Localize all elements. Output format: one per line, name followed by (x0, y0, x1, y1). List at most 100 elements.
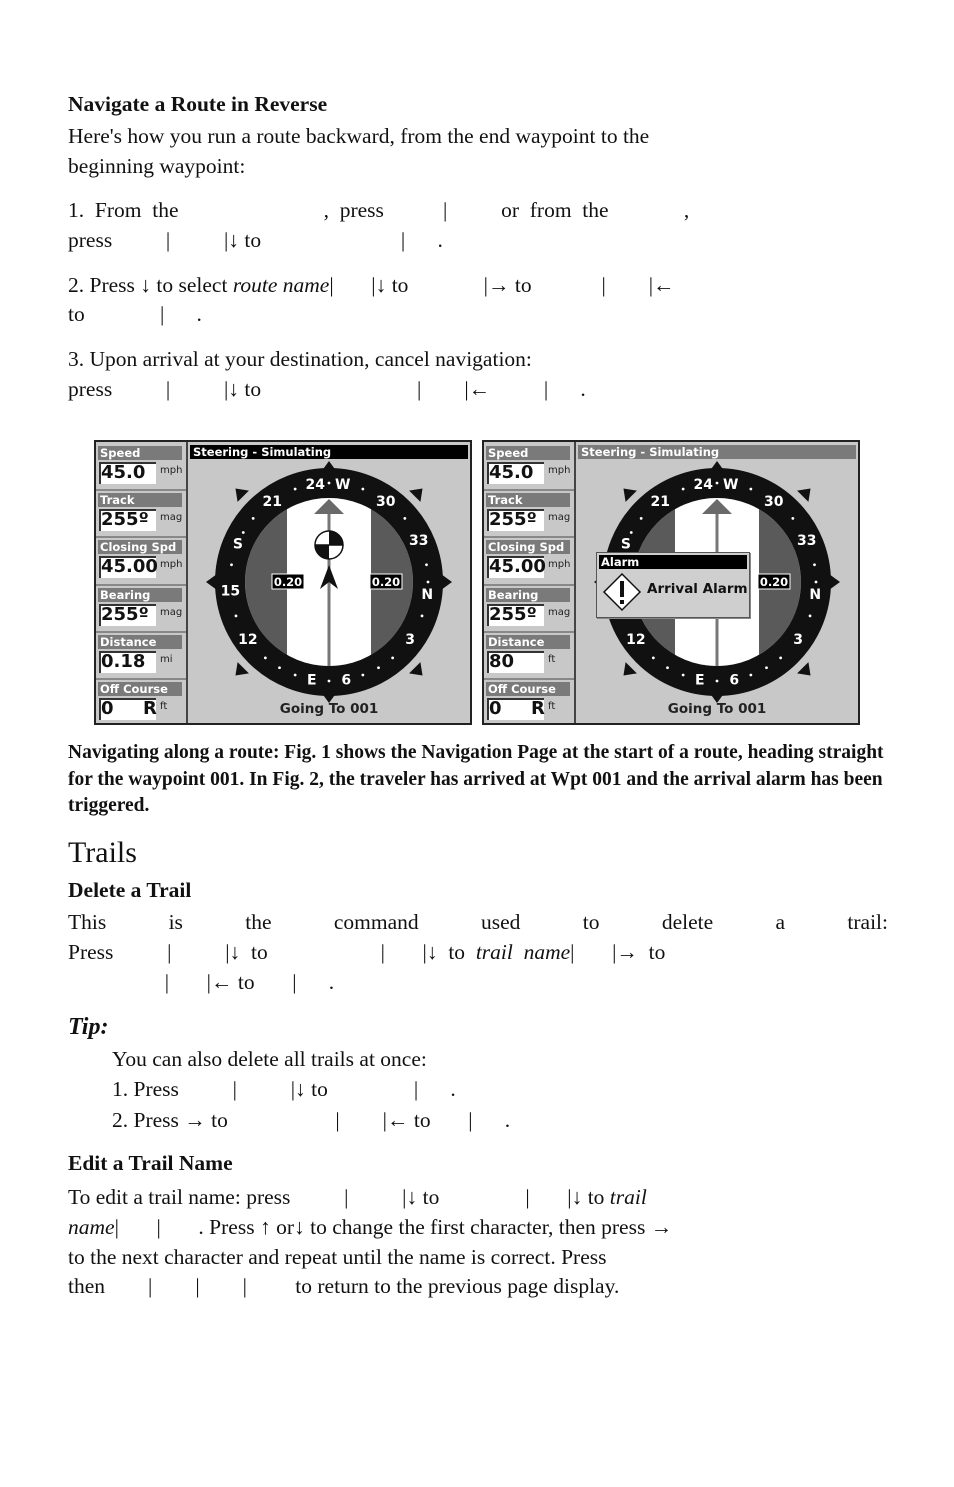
compass-tick (425, 563, 428, 567)
compass-tick (293, 673, 297, 677)
field-value: 255º (489, 509, 537, 531)
off-course-direction: R (143, 698, 157, 719)
field-label: Distance (486, 634, 570, 649)
field-divider (96, 489, 186, 492)
field-divider (96, 583, 186, 586)
field-value: 0.18 (101, 650, 146, 672)
field-value: 255º (489, 603, 537, 625)
trail-name-term: trail name (475, 940, 571, 964)
compass-tick (765, 666, 768, 670)
field-unit: mph (160, 559, 183, 571)
bezel-pointer-icon (623, 488, 637, 502)
field-unit: mph (548, 559, 571, 571)
gps-screen-fig1: Speed 45.0 mph Track 255º mag Closing Spd 45.00… (94, 440, 472, 725)
compass-heading-label: S (233, 536, 243, 552)
data-field-distance: Distance 0.18 mi (98, 633, 184, 677)
field-unit: mag (160, 606, 183, 618)
compass-tick (681, 673, 685, 677)
field-divider (484, 583, 574, 586)
compass-heading-label: 24 (693, 477, 713, 493)
compass-tick (361, 487, 365, 491)
field-divider (96, 630, 186, 633)
bezel-pointer-icon (623, 662, 637, 676)
data-field-speed: Speed 45.0 mph (486, 444, 572, 488)
compass-tick (403, 516, 407, 520)
edit-trail-text-a: To edit a trail name: press | |↓ to | |↓… (68, 1185, 610, 1209)
compass-heading-label: 24 (305, 477, 325, 493)
compass-heading-label: W (723, 477, 738, 493)
compass-tick (791, 516, 795, 520)
compass-tick (426, 580, 430, 584)
field-unit: ft (160, 701, 168, 712)
field-label: Off Course (98, 682, 182, 696)
data-field-track: Track 255º mag (486, 491, 572, 535)
step-1-cont: press | |↓ to | . (68, 228, 443, 252)
field-unit: mag (548, 512, 571, 524)
compass-tick (293, 487, 297, 491)
step-2: 2. Press ↓ to select route name| |↓ to |… (68, 270, 888, 300)
field-label: Distance (98, 634, 182, 649)
compass-heading-label: 12 (238, 632, 257, 648)
subheading-delete-trail: Delete a Trail (68, 878, 192, 902)
bezel-pointer-icon (409, 488, 423, 502)
compass-heading-label: E (695, 672, 705, 688)
steering-compass: 0.20 0.20 24 W 30 33 N 3 6 E 12 15 S 21 (206, 461, 452, 703)
alarm-title: Alarm (599, 555, 747, 569)
edit-trail-text-b: | | . Press ↑ or↓ to change the first ch… (114, 1215, 673, 1239)
data-field-distance: Distance 80 ft (486, 633, 572, 677)
compass-tick (749, 487, 753, 491)
compass-tick (666, 666, 669, 670)
lane-width-label: 0.20 (760, 575, 788, 589)
field-divider (484, 630, 574, 633)
compass-heading-label: N (809, 587, 821, 603)
data-field-closing-spd: Closing Spd 45.00 mph (98, 538, 184, 582)
field-label: Bearing (98, 587, 182, 602)
field-label: Speed (98, 446, 182, 460)
step-1: 1. From the , press | or from the , (68, 198, 690, 222)
compass-tick (361, 673, 365, 677)
compass-tick (327, 481, 331, 485)
field-unit: mph (548, 465, 571, 476)
compass-heading-label: E (307, 672, 317, 688)
step-2-text: 2. Press ↓ to select (68, 273, 233, 297)
field-label: Closing Spd (98, 540, 182, 555)
field-unit: ft (548, 653, 556, 665)
compass-tick (234, 614, 238, 618)
alarm-dialog[interactable]: Alarm Arrival Alarm (596, 552, 750, 618)
edit-trail-line-1: To edit a trail name: press | |↓ to | |↓… (68, 1182, 888, 1212)
data-field-bearing: Bearing 255º mag (486, 586, 572, 630)
delete-trail-keys: Press | |↓ to | |↓ to trail name| |→ to (68, 937, 888, 967)
field-value: 45.00 (101, 556, 158, 578)
bezel-pointer-icon (797, 662, 811, 676)
tip-step-2: 2. Press → to | |← to | . (112, 1108, 511, 1132)
compass-tick (629, 531, 633, 534)
compass-heading-label: N (421, 587, 433, 603)
compass-heading-label: 21 (650, 494, 669, 510)
tip-text: You can also delete all trails at once: (112, 1047, 427, 1071)
data-field-sidebar: Speed 45.0 mph Track 255º mag Closing Spd 45.00… (484, 442, 576, 723)
lane-width-label: 0.20 (372, 575, 400, 589)
alarm-message: Arrival Alarm (647, 581, 748, 597)
subheading-edit-trail-name: Edit a Trail Name (68, 1151, 233, 1175)
compass-heading-label: 12 (626, 632, 645, 648)
figure-caption: Navigating along a route: Fig. 1 shows t… (68, 742, 884, 816)
compass-heading-label: 15 (221, 584, 240, 600)
delete-trail-keys-b: | |→ to (570, 940, 666, 964)
field-value: 255º (101, 509, 149, 531)
compass-heading-label: 33 (797, 533, 816, 549)
data-field-off-course: Off Course 0 Rft (486, 680, 572, 724)
data-field-off-course: Off Course 0 Rft (98, 680, 184, 724)
compass-tick (813, 563, 816, 567)
section-heading-trails: Trails (68, 836, 137, 869)
route-name-term: route name (232, 273, 330, 297)
steering-title-bar: Steering - Simulating (578, 445, 856, 459)
field-divider (484, 678, 574, 680)
bezel-pointer-icon (235, 662, 249, 676)
compass-tick (420, 614, 424, 618)
field-unit: mag (548, 606, 571, 618)
bezel-pointer-icon (797, 488, 811, 502)
step-3-cont: press | |↓ to | |← | . (68, 377, 586, 401)
tip-step-1: 1. Press | |↓ to | . (112, 1077, 456, 1101)
intro-text-cont: beginning waypoint: (68, 154, 246, 178)
compass-tick (391, 656, 395, 660)
